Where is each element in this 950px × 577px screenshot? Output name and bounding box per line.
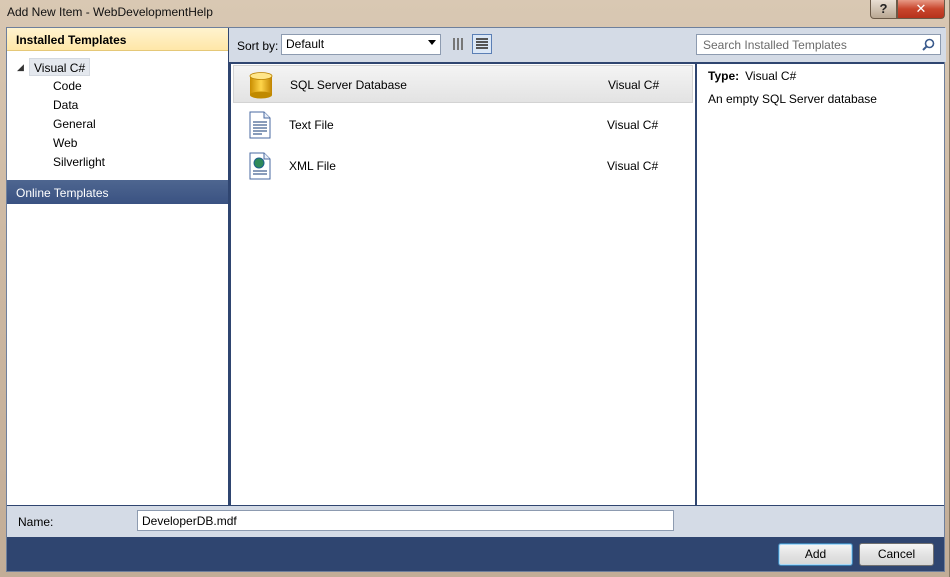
details-type-value: Visual C# [745,69,797,83]
details-type-label: Type: [708,69,740,83]
template-language: Visual C# [608,78,660,92]
sort-by-value: Default [286,37,325,51]
small-icons-view-icon [453,38,465,50]
category-tree: ◢ Visual C# Code Data General Web Silver… [7,58,228,172]
close-button[interactable]: ✕ [897,0,945,19]
left-pane-empty [7,204,228,505]
template-item-xml-file[interactable]: XML File Visual C# [233,147,693,185]
template-name: SQL Server Database [290,78,407,92]
template-language: Visual C# [607,118,659,132]
template-item-text-file[interactable]: Text File Visual C# [233,106,693,144]
installed-templates-header[interactable]: Installed Templates [7,28,228,51]
cancel-button[interactable]: Cancel [859,543,934,566]
list-view-button[interactable] [472,34,492,54]
tree-node-data[interactable]: Data [7,96,228,115]
title-bar[interactable]: Add New Item - WebDevelopmentHelp ? ✕ [0,0,950,26]
name-input[interactable]: DeveloperDB.mdf [137,510,674,531]
xml-file-icon [249,152,271,180]
help-button[interactable]: ? [870,0,897,19]
list-toolbar: Sort by: Default Search Installed Templa… [229,28,946,62]
tree-node-code[interactable]: Code [7,77,228,96]
tree-node-web[interactable]: Web [7,134,228,153]
name-label: Name: [18,515,54,529]
details-type: Type: Visual C# [708,69,796,83]
dialog-window: Add New Item - WebDevelopmentHelp ? ✕ In… [0,0,950,577]
window-title: Add New Item - WebDevelopmentHelp [7,5,213,19]
template-language: Visual C# [607,159,659,173]
template-categories-pane: Installed Templates ◢ Visual C# Code Dat… [7,28,228,505]
search-placeholder: Search Installed Templates [703,38,847,52]
dropdown-arrow-icon [428,40,436,45]
tree-node-general[interactable]: General [7,115,228,134]
template-name: Text File [289,118,334,132]
text-file-icon [249,111,271,139]
list-view-icon [476,38,488,50]
template-item-sql-server-database[interactable]: SQL Server Database Visual C# [233,65,693,103]
details-description: An empty SQL Server database [708,92,877,106]
tree-node-label[interactable]: Visual C# [29,58,91,76]
name-row: Name: DeveloperDB.mdf [7,506,944,537]
tree-node-visual-csharp[interactable]: ◢ Visual C# [7,58,228,77]
sort-by-dropdown[interactable]: Default [281,34,441,55]
search-input[interactable]: Search Installed Templates [696,34,941,55]
tree-node-silverlight[interactable]: Silverlight [7,153,228,172]
expand-arrow-icon[interactable]: ◢ [17,62,24,73]
dialog-client: Installed Templates ◢ Visual C# Code Dat… [6,27,946,572]
online-templates-header[interactable]: Online Templates [7,180,228,204]
search-icon[interactable] [922,38,935,51]
sort-by-label: Sort by: [237,39,279,53]
database-icon [249,72,273,99]
template-details-pane: Type: Visual C# An empty SQL Server datab… [697,64,944,505]
template-list: SQL Server Database Visual C# Text File … [231,64,695,505]
template-name: XML File [289,159,336,173]
add-button[interactable]: Add [778,543,853,566]
small-icons-view-button[interactable] [449,34,469,54]
